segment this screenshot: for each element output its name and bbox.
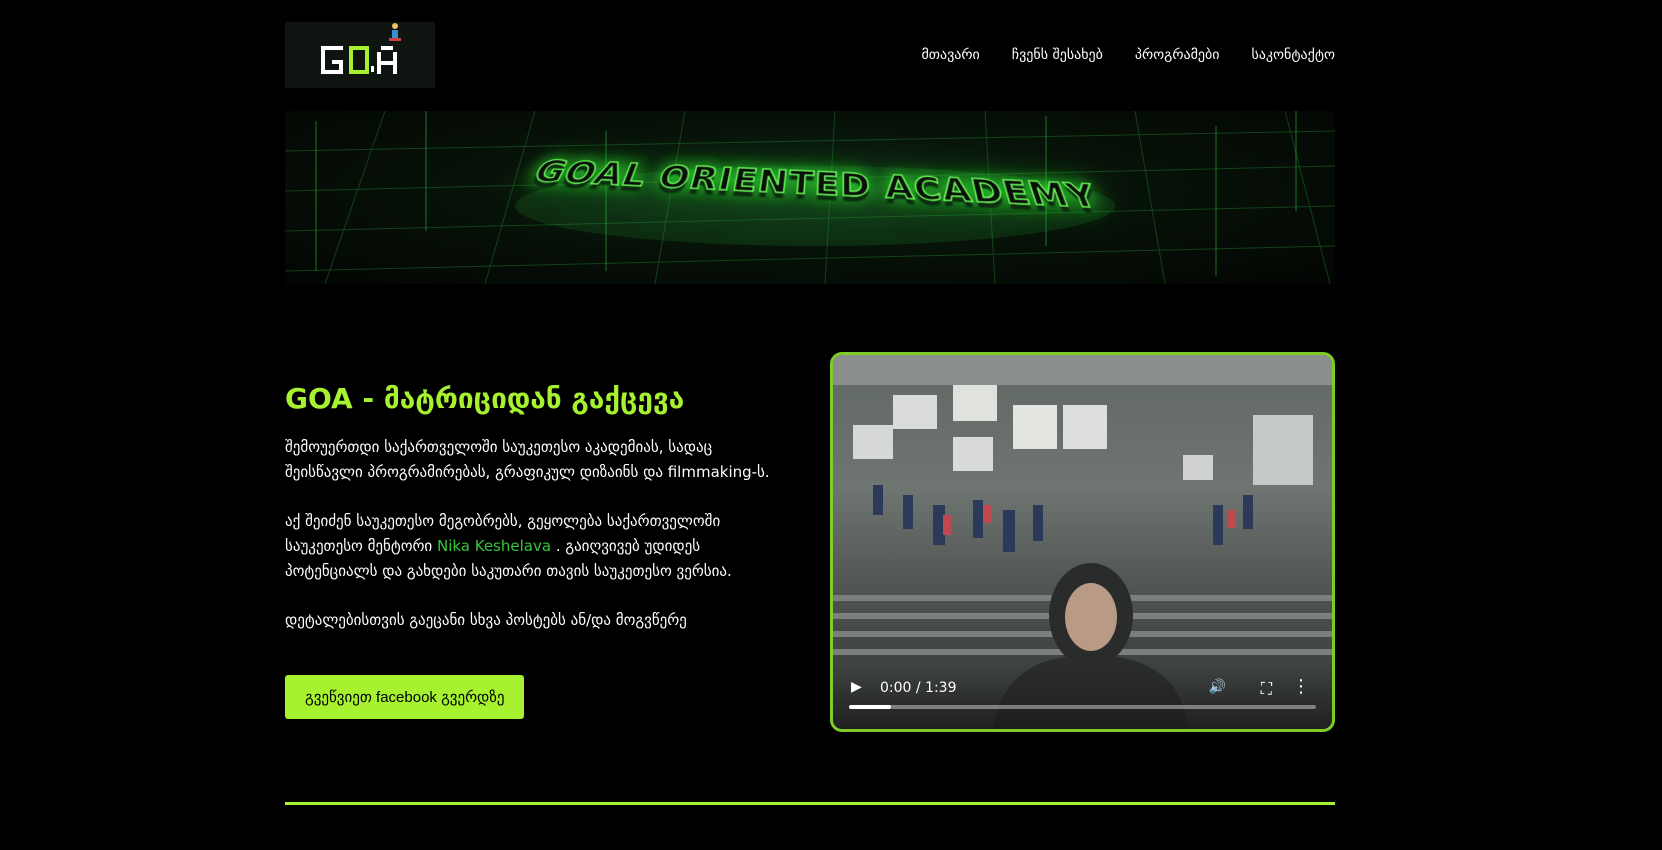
more-icon[interactable]: ⋮ — [1292, 676, 1310, 697]
section-divider — [285, 802, 1335, 805]
play-icon[interactable]: ▶ — [851, 679, 862, 695]
nav-item-home[interactable]: მთავარი — [921, 47, 979, 63]
hero-section: GOA - მატრიციდან გაქცევა შემოუერთდი საქა… — [285, 352, 1335, 732]
fullscreen-icon[interactable]: ⛶ — [1261, 679, 1272, 699]
hero-paragraph-3: დეტალებისთვის გაეცანი სხვა პოსტებს ან/და… — [285, 608, 775, 633]
logo[interactable] — [285, 22, 435, 88]
nav-item-about[interactable]: ჩვენს შესახებ — [1012, 47, 1103, 63]
hero-paragraph-1: შემოუერთდი საქართველოში საუკეთესო აკადემ… — [285, 435, 775, 485]
video-progress-fill — [849, 705, 891, 709]
main-nav: მთავარი ჩვენს შესახებ პროგრამები საკონტა… — [921, 47, 1335, 63]
facebook-button[interactable]: გვეწვიეთ facebook გვერდზე — [285, 675, 524, 719]
hero-text: GOA - მატრიციდან გაქცევა შემოუერთდი საქა… — [285, 382, 775, 719]
video-controls: ▶ 0:00 / 1:39 🔊 ⛶ ⋮ — [833, 667, 1332, 729]
volume-icon[interactable]: 🔊 — [1209, 679, 1226, 695]
hero-paragraph-2: აქ შეიძენ საუკეთესო მეგობრებს, გეყოლება … — [285, 509, 775, 584]
hero-title: GOA - მატრიციდან გაქცევა — [285, 382, 775, 415]
video-time: 0:00 / 1:39 — [880, 680, 957, 696]
video-player[interactable]: ▶ 0:00 / 1:39 🔊 ⛶ ⋮ — [830, 352, 1335, 732]
site-header: მთავარი ჩვენს შესახებ პროგრამები საკონტა… — [285, 22, 1335, 88]
nav-item-programs[interactable]: პროგრამები — [1135, 47, 1220, 63]
nav-item-contact[interactable]: საკონტაქტო — [1251, 47, 1335, 63]
mentor-link[interactable]: Nika Keshelava — [437, 537, 551, 555]
video-progress-bar[interactable] — [849, 705, 1316, 709]
hero-banner: GOAL ORIENTED ACADEMY — [285, 111, 1335, 284]
